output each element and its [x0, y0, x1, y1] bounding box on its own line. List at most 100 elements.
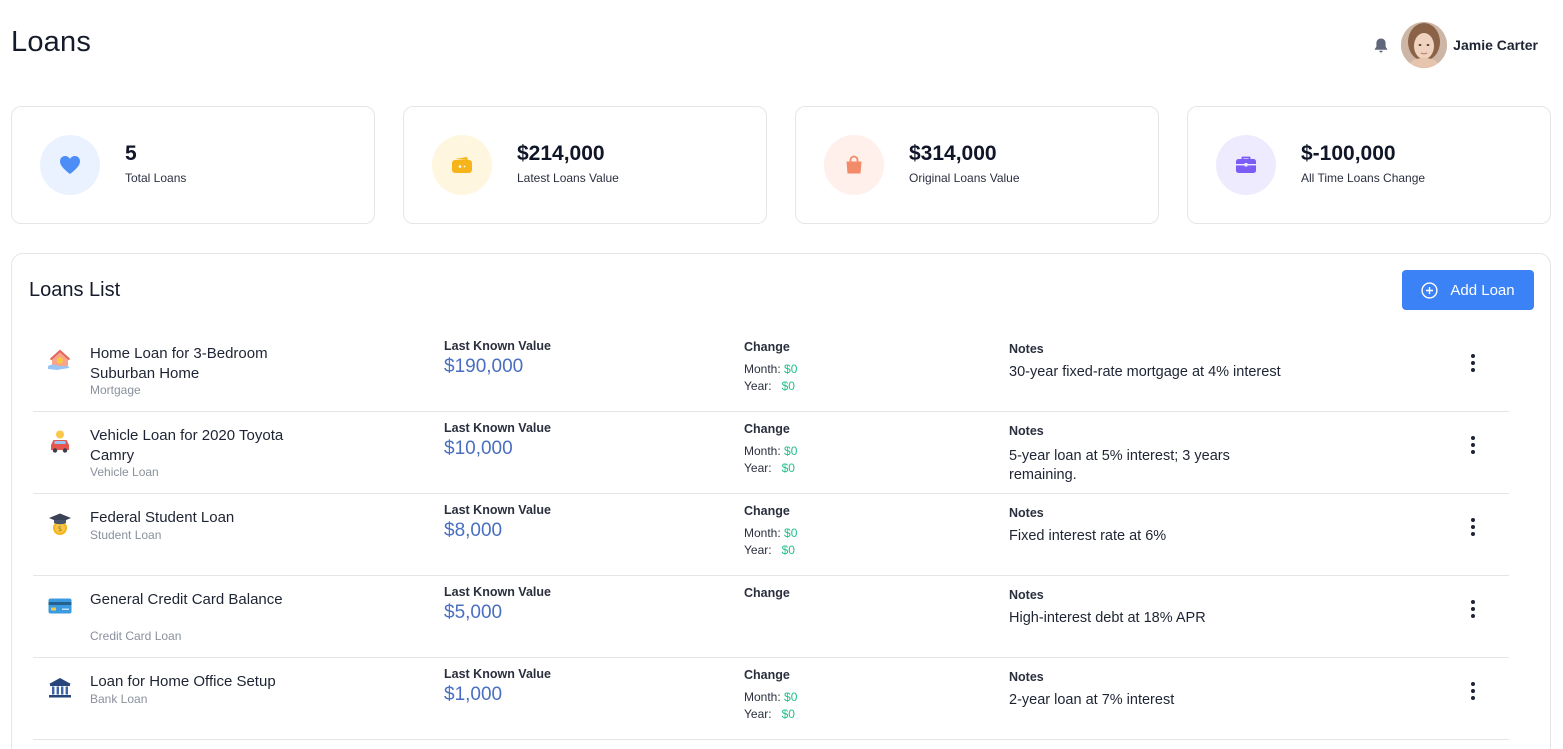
last-known-value-header: Last Known Value [444, 667, 551, 681]
change-month: Month: $0 [744, 690, 797, 704]
month-value: $0 [784, 690, 798, 704]
stat-label: All Time Loans Change [1301, 171, 1426, 185]
change-month: Month: $0 [744, 362, 797, 376]
notes-header: Notes [1009, 506, 1044, 520]
loan-type: Vehicle Loan [90, 465, 159, 479]
year-label: Year: [744, 379, 772, 393]
loan-row[interactable]: Home Loan for 3-Bedroom Suburban Home Mo… [33, 330, 1509, 412]
bell-icon[interactable] [1372, 36, 1390, 54]
add-loan-button[interactable]: Add Loan [1402, 270, 1534, 310]
stat-label: Latest Loans Value [517, 171, 619, 185]
stat-value: $-100,000 [1301, 142, 1396, 165]
year-label: Year: [744, 461, 772, 475]
last-known-value: $190,000 [444, 356, 524, 377]
last-known-value-header: Last Known Value [444, 421, 551, 435]
user-name: Jamie Carter [1453, 37, 1538, 53]
heart-icon [40, 135, 100, 195]
stat-value: $214,000 [517, 142, 605, 165]
page-title: Loans [11, 26, 92, 58]
add-loan-label: Add Loan [1450, 281, 1515, 299]
wallet-icon [432, 135, 492, 195]
change-header: Change [744, 504, 790, 518]
loan-name: Home Loan for 3-Bedroom Suburban Home [90, 345, 268, 382]
more-options-icon[interactable] [1465, 434, 1481, 456]
more-options-icon[interactable] [1465, 352, 1481, 374]
stat-card-latest-value: $214,000 Latest Loans Value [403, 106, 767, 224]
loan-name: Federal Student Loan [90, 509, 235, 526]
last-known-value: $8,000 [444, 520, 503, 541]
stat-card-total-loans: 5 Total Loans [11, 106, 375, 224]
loan-row[interactable]: $ Federal Student Loan Student Loan Last… [33, 494, 1509, 576]
change-header: Change [744, 668, 790, 682]
bag-icon [824, 135, 884, 195]
stat-label: Original Loans Value [909, 171, 1020, 185]
month-label: Month: [744, 690, 781, 704]
loan-row[interactable]: Loan for Home Office Setup Bank Loan Las… [33, 658, 1509, 740]
year-label: Year: [744, 707, 772, 721]
plus-circle-icon [1421, 281, 1438, 299]
stat-value: 5 [125, 142, 137, 165]
change-header: Change [744, 340, 790, 354]
month-value: $0 [784, 362, 798, 376]
notes-header: Notes [1009, 424, 1044, 438]
last-known-value-header: Last Known Value [444, 503, 551, 517]
loan-name: Vehicle Loan for 2020 Toyota Camry [90, 427, 284, 464]
year-label: Year: [744, 543, 772, 557]
last-known-value-header: Last Known Value [444, 585, 551, 599]
credit-card-icon [47, 593, 73, 619]
notes-text: 30-year fixed-rate mortgage at 4% intere… [1009, 364, 1281, 380]
month-label: Month: [744, 444, 781, 458]
change-year: Year: $0 [744, 543, 795, 557]
notes-text: Fixed interest rate at 6% [1009, 528, 1167, 544]
loans-list-title: Loans List [29, 279, 121, 301]
month-label: Month: [744, 526, 781, 540]
stat-label: Total Loans [125, 171, 187, 185]
loan-type: Bank Loan [90, 692, 148, 706]
last-known-value: $1,000 [444, 684, 503, 705]
stat-value: $314,000 [909, 142, 997, 165]
notes-text: High-interest debt at 18% APR [1009, 610, 1206, 626]
loans-list-panel: Loans List Add Loan Home Loan for 3-Bedr… [11, 253, 1551, 749]
change-month: Month: $0 [744, 444, 797, 458]
avatar[interactable] [1401, 22, 1448, 68]
notes-text: 2-year loan at 7% interest [1009, 692, 1175, 708]
more-options-icon[interactable] [1465, 516, 1481, 538]
briefcase-icon [1216, 135, 1276, 195]
house-hand-icon [47, 347, 73, 373]
change-month: Month: $0 [744, 526, 797, 540]
change-header: Change [744, 586, 790, 600]
change-header: Change [744, 422, 790, 436]
graduation-coin-icon: $ [47, 511, 73, 537]
month-value: $0 [784, 526, 798, 540]
loan-type: Mortgage [90, 383, 141, 397]
bank-icon [47, 675, 73, 701]
year-value: $0 [781, 379, 795, 393]
stat-card-all-time-change: $-100,000 All Time Loans Change [1187, 106, 1551, 224]
more-options-icon[interactable] [1465, 680, 1481, 702]
last-known-value-header: Last Known Value [444, 339, 551, 353]
loan-name: General Credit Card Balance [90, 591, 283, 608]
svg-text:$: $ [58, 525, 62, 533]
last-known-value: $10,000 [444, 438, 513, 459]
change-year: Year: $0 [744, 707, 795, 721]
notes-text: 5-year loan at 5% interest; 3 years rema… [1009, 448, 1230, 483]
change-year: Year: $0 [744, 379, 795, 393]
year-value: $0 [781, 707, 795, 721]
year-value: $0 [781, 543, 795, 557]
loan-type: Credit Card Loan [90, 629, 182, 643]
stat-card-original-value: $314,000 Original Loans Value [795, 106, 1159, 224]
notes-header: Notes [1009, 342, 1044, 356]
loan-row[interactable]: General Credit Card Balance Credit Card … [33, 576, 1509, 658]
loan-name: Loan for Home Office Setup [90, 673, 276, 690]
loan-type: Student Loan [90, 528, 162, 542]
loan-row[interactable]: Vehicle Loan for 2020 Toyota Camry Vehic… [33, 412, 1509, 494]
notes-header: Notes [1009, 588, 1044, 602]
month-label: Month: [744, 362, 781, 376]
notes-header: Notes [1009, 670, 1044, 684]
last-known-value: $5,000 [444, 602, 503, 623]
year-value: $0 [781, 461, 795, 475]
more-options-icon[interactable] [1465, 598, 1481, 620]
change-year: Year: $0 [744, 461, 795, 475]
user-menu[interactable]: Jamie Carter [1372, 22, 1538, 68]
car-coin-icon [47, 429, 73, 455]
